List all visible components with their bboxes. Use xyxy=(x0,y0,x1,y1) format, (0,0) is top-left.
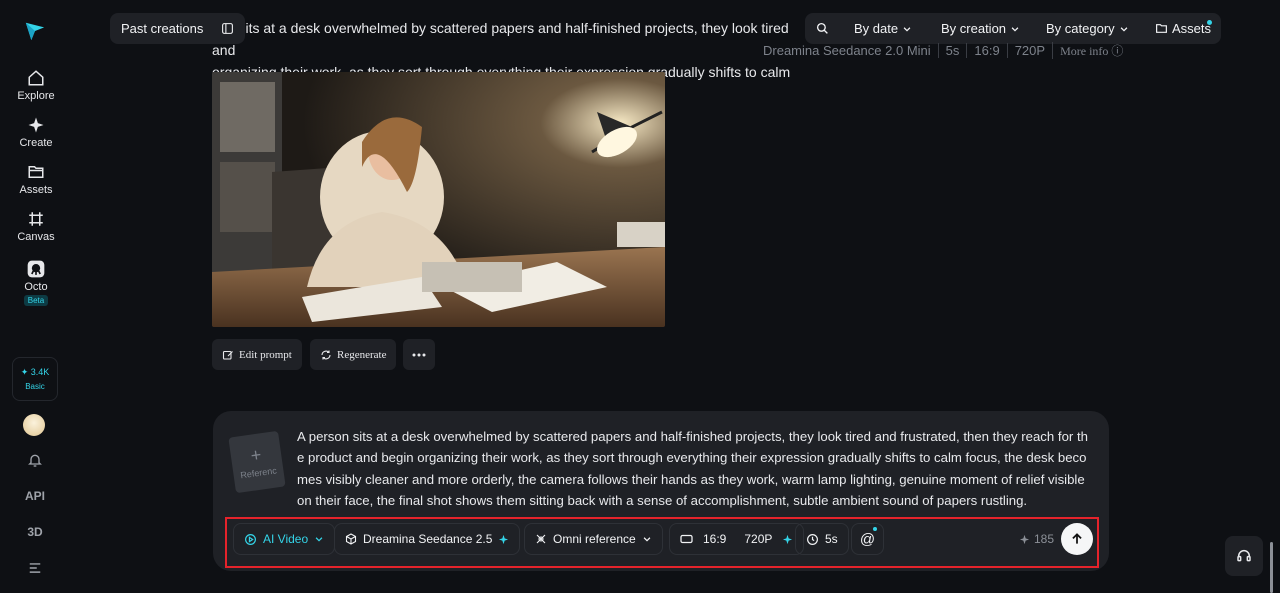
meta-model: Dreamina Seedance 2.0 Mini xyxy=(763,43,931,58)
plus-icon: + xyxy=(249,444,263,466)
prompt-input[interactable]: A person sits at a desk overwhelmed by s… xyxy=(297,426,1089,512)
sidebar-item-octo[interactable]: Octo Beta xyxy=(0,259,72,306)
ratio-label: 16:9 xyxy=(703,532,727,546)
cube-icon xyxy=(345,533,357,545)
beta-badge: Beta xyxy=(23,295,49,306)
duration-label: 5s xyxy=(825,532,838,546)
notification-dot xyxy=(1207,20,1212,25)
api-link[interactable]: API xyxy=(24,486,46,506)
sidebar-item-canvas[interactable]: Canvas xyxy=(0,209,72,243)
cost-value: 185 xyxy=(1034,532,1055,546)
dreamina-logo-icon[interactable] xyxy=(24,20,46,42)
sidebar-item-label: Explore xyxy=(17,90,55,102)
3d-link[interactable]: 3D xyxy=(24,522,46,542)
more-info-link[interactable]: More info ⓘ xyxy=(1052,42,1130,59)
assets-button[interactable]: Assets xyxy=(1155,21,1211,36)
ratio-resolution-selector[interactable]: 16:9 720P xyxy=(669,523,805,555)
regenerate-icon xyxy=(321,350,331,359)
filter-label: By creation xyxy=(941,21,1007,36)
clock-icon xyxy=(807,533,818,545)
credit-cost: 185 xyxy=(1019,532,1054,546)
filter-by-date[interactable]: By date xyxy=(854,21,912,36)
notification-dot xyxy=(873,527,877,531)
plan-label: Basic xyxy=(25,382,45,391)
sidebar-item-label: Assets xyxy=(19,184,53,196)
chevron-down-icon xyxy=(643,537,651,542)
past-creations-button[interactable]: Past creations xyxy=(110,13,245,44)
bell-icon[interactable] xyxy=(24,450,46,470)
meta-ratio: 16:9 xyxy=(966,43,1006,58)
edit-icon xyxy=(222,350,233,360)
generated-video-thumbnail[interactable] xyxy=(212,72,665,327)
chevron-down-icon xyxy=(315,537,323,542)
sidebar-item-assets[interactable]: Assets xyxy=(0,162,72,196)
resolution-label: 720P xyxy=(744,532,773,546)
mention-label: @ xyxy=(859,530,876,548)
sidebar: Explore Create Assets Canvas Octo Beta ✦… xyxy=(0,0,72,593)
credits-value: ✦ 3.4K xyxy=(20,367,50,377)
folder-icon xyxy=(1156,24,1167,33)
sidebar-item-create[interactable]: Create xyxy=(0,115,72,149)
sidebar-toggle-icon xyxy=(222,23,233,34)
avatar[interactable] xyxy=(23,414,45,436)
sidebar-item-label: Create xyxy=(19,137,53,149)
filter-label: By category xyxy=(1046,21,1115,36)
regenerate-button[interactable]: Regenerate xyxy=(310,339,397,370)
meta-duration: 5s xyxy=(937,43,967,58)
regenerate-label: Regenerate xyxy=(337,348,387,361)
mention-button[interactable]: @ xyxy=(851,523,884,555)
reference-mode-selector[interactable]: Omni reference xyxy=(524,523,663,555)
support-button[interactable] xyxy=(1225,536,1263,576)
credits-box[interactable]: ✦ 3.4K Basic xyxy=(12,357,58,401)
send-button[interactable] xyxy=(1061,523,1093,555)
sidebar-item-explore[interactable]: Explore xyxy=(0,68,72,102)
edit-prompt-label: Edit prompt xyxy=(239,348,292,361)
arrow-up-icon xyxy=(1072,533,1082,544)
meta-resolution: 720P xyxy=(1006,43,1052,58)
model-label: Dreamina Seedance 2.5 xyxy=(363,532,493,546)
model-selector[interactable]: Dreamina Seedance 2.5 xyxy=(334,523,521,555)
folder-icon xyxy=(26,162,46,182)
chevron-down-icon xyxy=(1011,26,1019,32)
more-options-button[interactable] xyxy=(403,339,435,370)
octo-icon xyxy=(26,259,46,279)
canvas-icon xyxy=(26,209,46,229)
filter-bar: By date By creation By category Assets xyxy=(805,13,1221,44)
sparkle-icon xyxy=(499,534,509,544)
chevron-down-icon xyxy=(1120,26,1128,32)
play-circle-icon xyxy=(245,533,256,545)
mode-label: AI Video xyxy=(263,532,309,546)
reference-label: Referenc xyxy=(239,465,278,481)
generation-meta: Dreamina Seedance 2.0 Mini 5s 16:9 720P … xyxy=(763,42,1130,59)
reference-mode-label: Omni reference xyxy=(553,532,636,546)
filter-by-category[interactable]: By category xyxy=(1046,21,1129,36)
assets-label: Assets xyxy=(1172,21,1212,36)
aspect-ratio-icon xyxy=(680,534,693,544)
past-creations-label: Past creations xyxy=(121,21,204,36)
search-icon[interactable] xyxy=(816,22,829,35)
home-icon xyxy=(26,68,46,88)
sidebar-item-label: Canvas xyxy=(17,231,55,243)
sparkle-icon xyxy=(1019,534,1030,544)
headset-icon xyxy=(1237,550,1251,562)
prompt-line: son sits at a desk overwhelmed by scatte… xyxy=(212,20,789,58)
sparkle-icon xyxy=(26,115,46,135)
menu-icon[interactable] xyxy=(24,558,46,578)
sidebar-item-label: Octo xyxy=(24,281,48,293)
add-reference-button[interactable]: + Referenc xyxy=(228,430,286,494)
filter-by-creation[interactable]: By creation xyxy=(941,21,1020,36)
sparkle-icon xyxy=(783,534,793,544)
duration-selector[interactable]: 5s xyxy=(795,523,849,555)
filter-label: By date xyxy=(854,21,899,36)
omni-reference-icon xyxy=(536,534,546,544)
chevron-down-icon xyxy=(903,26,911,32)
more-dots-icon xyxy=(412,353,426,356)
edit-prompt-button[interactable]: Edit prompt xyxy=(212,339,302,370)
mode-selector[interactable]: AI Video xyxy=(233,523,336,555)
scrollbar[interactable] xyxy=(1270,542,1273,593)
